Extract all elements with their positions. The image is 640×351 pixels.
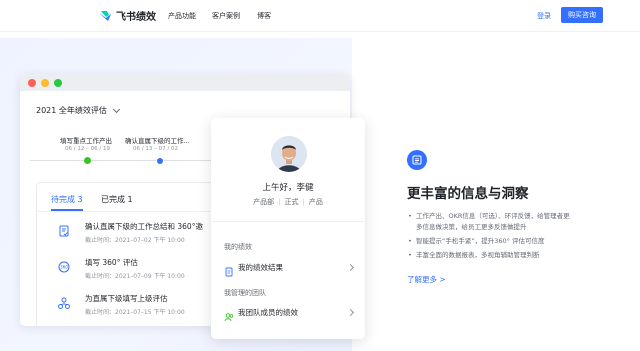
chevron-right-icon [346, 263, 355, 272]
step-label: 填写重点工作产出 [60, 137, 112, 145]
review-cycle-selector[interactable]: 2021 全年绩效评估 [36, 105, 120, 116]
document-icon [224, 262, 234, 277]
role-tag: 产品 [308, 198, 323, 206]
list-icon [407, 150, 427, 170]
step-date: 06 / 12 – 06 / 19 [65, 146, 110, 152]
task-deadline: 截止时间：2021–07–09 下午 10:00 [85, 273, 185, 280]
window-minimize-dot [41, 79, 49, 87]
team-performance-link[interactable]: 我团队成员的绩效 [238, 307, 298, 318]
buy-consult-button[interactable]: 购买咨询 [561, 7, 603, 23]
bullet-line: 多信息做决策，给员工更多反馈做提升 [416, 223, 527, 231]
brand-logo[interactable]: 飞书绩效 [98, 8, 156, 23]
step-label: 确认直属下级的工作... [125, 137, 190, 145]
360-icon: 360 [57, 259, 71, 273]
document-check-icon [57, 223, 71, 237]
task-deadline: 截止时间：2021–07–02 下午 10:00 [85, 237, 185, 244]
org-chart-icon [57, 295, 71, 309]
bullet-line: 丰富全面的数据报表，多视角辅助管理判断 [416, 251, 540, 259]
greeting: 上午好，李健 [262, 183, 314, 193]
card-divider [211, 221, 365, 222]
window-close-dot [28, 79, 36, 87]
login-link[interactable]: 登录 [537, 11, 551, 21]
progress-line [30, 160, 87, 161]
user-tags: 产品部 | 正式 | 产品 [253, 198, 323, 206]
window-titlebar [20, 74, 350, 91]
nav-link-blog[interactable]: 博客 [257, 11, 271, 21]
progress-line [164, 160, 214, 161]
bullet-line: 智能提示“手松手紧”，提升360° 评估可信度 [416, 237, 545, 245]
employment-tag: 正式 [284, 198, 299, 206]
step-done-icon [84, 157, 91, 171]
brand-name: 飞书绩效 [116, 12, 156, 23]
progress-line [91, 160, 156, 161]
step-date: 06 / 13 – 07 / 02 [133, 146, 178, 152]
my-performance-section-label: 我的绩效 [224, 243, 252, 251]
top-nav: 飞书绩效 产品功能 客户案例 博客 登录 购买咨询 [0, 0, 640, 32]
my-team-section-label: 我管理的团队 [224, 289, 266, 297]
team-icon [224, 307, 234, 322]
nav-link-features[interactable]: 产品功能 [168, 11, 196, 21]
chevron-down-icon [112, 105, 120, 113]
learn-more-link[interactable]: 了解更多 > [407, 274, 446, 285]
feature-bullet: 丰富全面的数据报表，多视角辅助管理判断 [408, 250, 609, 261]
avatar [271, 136, 307, 172]
tab-completed[interactable]: 已完成 1 [101, 194, 133, 205]
window-maximize-dot [54, 79, 62, 87]
task-title[interactable]: 为直属下级填写上级评估 [85, 293, 168, 304]
my-performance-result-link[interactable]: 我的绩效结果 [238, 262, 283, 273]
department-tag: 产品部 [253, 198, 275, 206]
task-title[interactable]: 填写 360° 评估 [85, 257, 138, 268]
profile-card: 上午好，李健 产品部 | 正式 | 产品 我的绩效 我的绩效结果 我管理的团队 我团队成… [211, 118, 365, 339]
step-current-icon [157, 158, 163, 164]
task-title[interactable]: 确认直属下级的工作总结和 360°邀 [85, 221, 203, 232]
feature-bullet: 工作产出、OKR信息（可选）、环评反馈，给管理者更 多信息做决策，给员工更多反馈… [408, 211, 609, 233]
feature-title: 更丰富的信息与洞察 [407, 186, 529, 202]
review-cycle-title: 2021 全年绩效评估 [36, 106, 107, 115]
svg-text:360: 360 [60, 265, 68, 270]
chevron-right-icon [346, 308, 355, 317]
task-deadline: 截止时间：2021–07–15 下午 10:00 [85, 309, 185, 316]
tab-pending[interactable]: 待完成 3 [51, 194, 83, 205]
feishu-logo-icon [99, 10, 111, 21]
nav-link-cases[interactable]: 客户案例 [212, 11, 240, 21]
bullet-line: 工作产出、OKR信息（可选）、环评反馈，给管理者更 [416, 212, 570, 220]
feature-bullet: 智能提示“手松手紧”，提升360° 评估可信度 [408, 236, 609, 247]
